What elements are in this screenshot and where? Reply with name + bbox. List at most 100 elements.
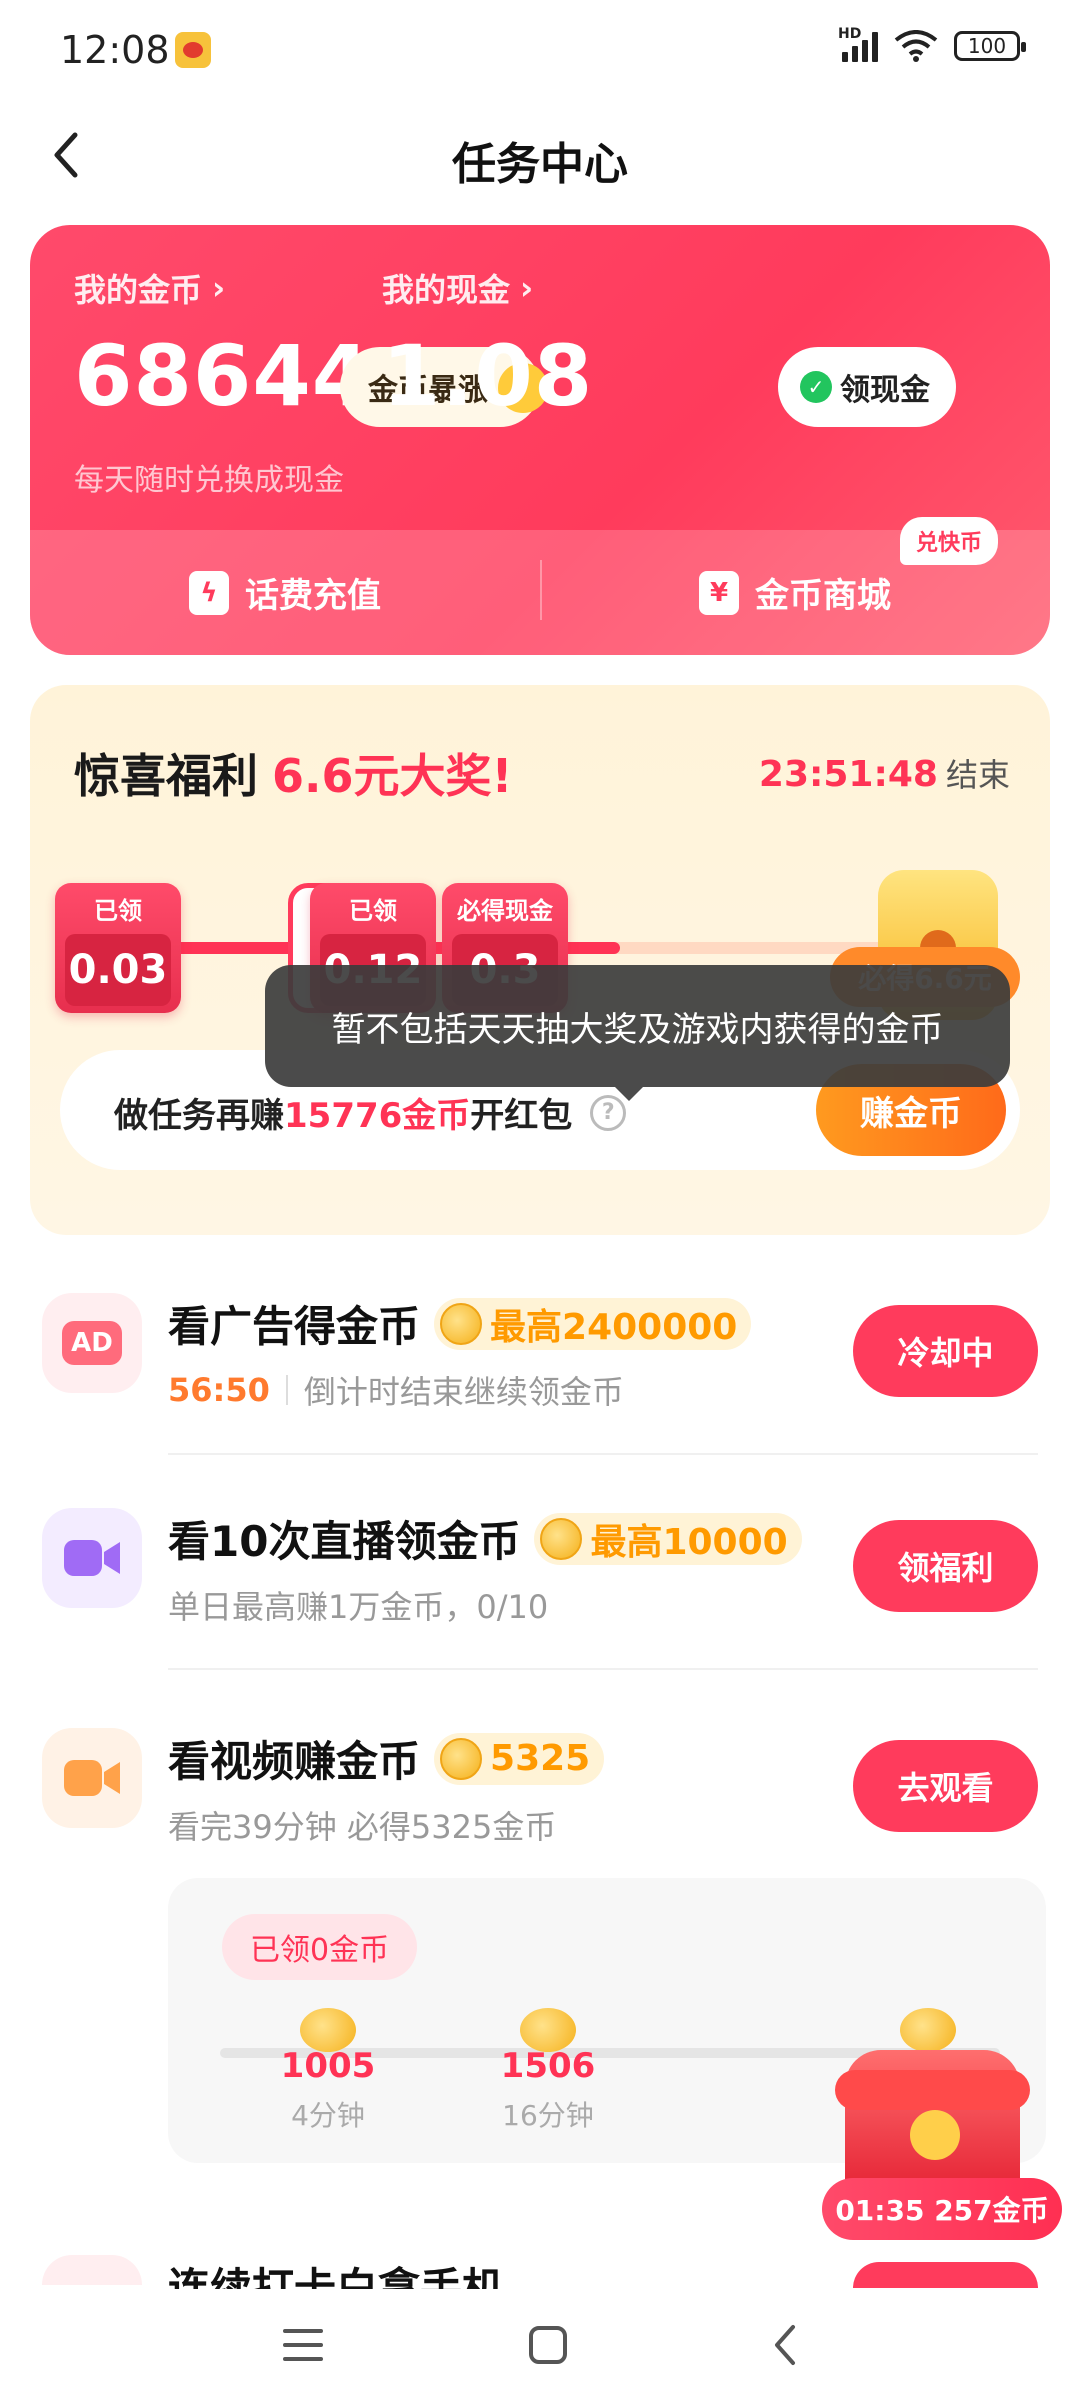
system-nav-bar bbox=[0, 2290, 1080, 2400]
surprise-highlight: 6.6元大奖! bbox=[272, 749, 513, 803]
mall-badge: 兑快币 bbox=[899, 517, 998, 565]
tooltip-toast: 暂不包括天天抽大奖及游戏内获得的金币 bbox=[265, 965, 1010, 1101]
video-camera-glyph bbox=[64, 1540, 120, 1576]
claim-cash-label: 领现金 bbox=[840, 373, 930, 408]
coin-mall-label: 金币商城 bbox=[755, 576, 891, 616]
cash-link[interactable]: 我的现金 › bbox=[382, 265, 593, 311]
task-suffix: 开红包 bbox=[470, 1096, 573, 1136]
divider bbox=[285, 1375, 288, 1405]
task-subtitle: 56:50 倒计时结束继续领金币 bbox=[168, 1367, 624, 1413]
recharge-button[interactable]: ϟ 话费充值 bbox=[30, 530, 540, 655]
recharge-label: 话费充值 bbox=[245, 576, 381, 616]
wechat-icon: ✓ bbox=[800, 371, 832, 403]
coins-link[interactable]: 我的金币 › bbox=[74, 265, 371, 311]
reward-value: 0.03 bbox=[65, 934, 171, 1006]
task-title-text: 看视频赚金币 bbox=[168, 1737, 421, 1786]
wallet-card: 我的金币 › 68644 金币暴涨 我的现金 › 1.08 ✓ 领现金 每天随时… bbox=[30, 225, 1050, 655]
task-item-video: 看视频赚金币 5325 看完39分钟 必得5325金币 去观看 bbox=[0, 1690, 1080, 1890]
divider bbox=[168, 1668, 1038, 1670]
milestone: 1506 16分钟 bbox=[488, 2008, 608, 2134]
task-highlight: 15776金币 bbox=[284, 1096, 471, 1136]
cash-section[interactable]: 我的现金 › 1.08 bbox=[382, 265, 593, 425]
coins-value: 68644 bbox=[74, 327, 372, 425]
task-subtitle: 看完39分钟 必得5325金币 bbox=[168, 1802, 556, 1848]
status-icons: HD 100 bbox=[838, 26, 1026, 62]
coin-tag: 5325 bbox=[434, 1732, 605, 1785]
coin-icon bbox=[540, 1517, 583, 1560]
network-type: HD bbox=[838, 26, 862, 42]
lightning-icon: ϟ bbox=[189, 570, 229, 615]
coin-tag: 最高2400000 bbox=[434, 1297, 752, 1350]
milestone-time: 16分钟 bbox=[502, 2099, 594, 2132]
reward-label: 已领 bbox=[94, 897, 142, 925]
reward-label: 已领 bbox=[349, 897, 397, 925]
cooldown-button[interactable]: 冷却中 bbox=[853, 1305, 1038, 1397]
surprise-benefit-card: 惊喜福利6.6元大奖! 23:51:48结束 已领 0.03 已领 ✓ 已领 0… bbox=[30, 685, 1050, 1235]
coin-icon bbox=[440, 1737, 483, 1780]
surprise-title: 惊喜福利 6.6元大奖! bbox=[74, 740, 512, 806]
menu-icon[interactable] bbox=[281, 2327, 325, 2363]
countdown-suffix: 结束 bbox=[945, 756, 1010, 794]
countdown: 23:51:48 结束 bbox=[759, 750, 1010, 796]
next-task-title: 连续打卡白拿手机 bbox=[168, 2264, 505, 2289]
claim-cash-button[interactable]: ✓ 领现金 bbox=[778, 347, 956, 427]
back-icon[interactable] bbox=[771, 2323, 799, 2367]
task-subtitle-text: 单日最高赚1万金币，0/10 bbox=[168, 1588, 549, 1626]
milestone: 1005 4分钟 bbox=[268, 2008, 388, 2134]
countdown-time: 23:51:48 bbox=[758, 754, 938, 795]
chevron-right-icon: › bbox=[212, 269, 226, 307]
cooldown-timer: 56:50 bbox=[168, 1371, 270, 1409]
task-title-text: 看广告得金币 bbox=[168, 1302, 421, 1351]
home-icon[interactable] bbox=[528, 2325, 568, 2365]
chevron-right-icon: › bbox=[520, 269, 534, 307]
cash-label: 我的现金 bbox=[382, 271, 511, 309]
watch-button[interactable]: 去观看 bbox=[853, 1740, 1038, 1832]
wifi-icon bbox=[894, 30, 938, 62]
coin-tag-value: 最高10000 bbox=[590, 1521, 788, 1563]
task-subtitle-text: 倒计时结束继续领金币 bbox=[303, 1373, 624, 1411]
battery-level: 100 bbox=[967, 34, 1007, 58]
task-title: 看广告得金币 最高2400000 bbox=[168, 1293, 752, 1354]
task-subtitle-text: 看完39分钟 必得5325金币 bbox=[168, 1808, 557, 1846]
video-play-icon bbox=[42, 1728, 142, 1828]
milestone-value: 1005 bbox=[280, 2046, 376, 2086]
coins-section[interactable]: 我的金币 › 68644 bbox=[74, 265, 371, 425]
cash-value: 1.08 bbox=[382, 327, 594, 425]
task-progress-text: 做任务再赚 15776金币 开红包 ? bbox=[114, 1088, 627, 1137]
reward-label: 必得现金 bbox=[457, 897, 553, 925]
task-item-ads: AD 看广告得金币 最高2400000 56:50 倒计时结束继续领金币 冷却中 bbox=[0, 1255, 1080, 1455]
next-task-button[interactable] bbox=[853, 2262, 1038, 2288]
wallet-subtitle: 每天随时兑换成现金 bbox=[74, 463, 344, 498]
ad-icon: AD bbox=[42, 1293, 142, 1393]
milestone-time: 4分钟 bbox=[291, 2099, 365, 2132]
coin-tag: 最高10000 bbox=[534, 1512, 802, 1565]
task-item-live: 看10次直播领金币 最高10000 单日最高赚1万金币，0/10 领福利 bbox=[0, 1470, 1080, 1670]
status-time: 12:08 bbox=[60, 28, 170, 72]
task-subtitle: 单日最高赚1万金币，0/10 bbox=[168, 1582, 548, 1628]
task-title: 看10次直播领金币 最高10000 bbox=[168, 1508, 802, 1569]
ad-icon-label: AD bbox=[62, 1321, 122, 1365]
next-task-icon bbox=[42, 2255, 142, 2285]
signal-icon: HD bbox=[838, 26, 878, 62]
status-bar: 12:08 HD 100 bbox=[0, 0, 1080, 100]
milestone-value: 1506 bbox=[500, 2046, 596, 2086]
task-title-text: 看10次直播领金币 bbox=[168, 1517, 521, 1566]
task-title: 看视频赚金币 5325 bbox=[168, 1728, 605, 1789]
coin-icon bbox=[440, 1302, 483, 1345]
coin-tag-value: 最高2400000 bbox=[490, 1306, 738, 1348]
page-title: 任务中心 bbox=[452, 139, 628, 190]
coin-tag-value: 5325 bbox=[490, 1738, 591, 1779]
red-packet-timer[interactable]: 01:35 257金币 bbox=[822, 2178, 1062, 2240]
wallet-shortcuts: ϟ 话费充值 ¥ 金币商城 bbox=[30, 530, 1050, 655]
video-play-glyph bbox=[64, 1760, 120, 1796]
divider bbox=[168, 1453, 1038, 1455]
claim-benefit-button[interactable]: 领福利 bbox=[853, 1520, 1038, 1612]
video-camera-icon bbox=[42, 1508, 142, 1608]
reward-step-1: 已领 0.03 bbox=[55, 883, 181, 1013]
task-prefix: 做任务再赚 bbox=[114, 1096, 284, 1136]
divider bbox=[540, 560, 542, 620]
nav-bar: 任务中心 bbox=[0, 100, 1080, 210]
ticket-icon: ¥ bbox=[699, 570, 739, 615]
coins-label: 我的金币 bbox=[74, 271, 203, 309]
battery-icon: 100 bbox=[954, 31, 1026, 61]
